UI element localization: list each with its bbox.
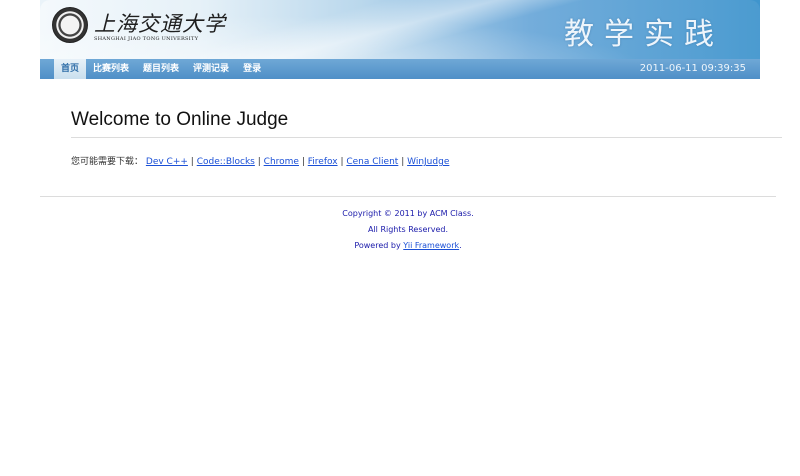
powered-suffix: . [459,241,462,250]
download-link-codeblocks[interactable]: Code::Blocks [197,157,255,167]
download-link-firefox[interactable]: Firefox [308,157,338,167]
main-navigation-bar: 首页 比赛列表 题目列表 评测记录 登录 2011-06-11 09:39:35 [40,59,760,79]
link-separator: | [190,157,194,167]
download-link-chrome[interactable]: Chrome [264,157,299,167]
download-link-devcpp[interactable]: Dev C++ [146,157,188,167]
nav-item-problem-list[interactable]: 题目列表 [136,59,186,79]
footer-powered-by: Powered by Yii Framework. [40,238,776,254]
server-datetime: 2011-06-11 09:39:35 [639,63,746,74]
university-name-chinese: 上海交通大学 [94,12,226,36]
title-divider [71,137,782,138]
link-separator: | [340,157,344,167]
header-banner: 上海交通大学 SHANGHAI JIAO TONG UNIVERSITY 教学实… [40,0,760,59]
download-links: 您可能需要下载： Dev C++ | Code::Blocks | Chrome… [71,154,449,167]
university-seal-icon [52,7,88,43]
page-title: Welcome to Online Judge [71,109,289,130]
site-footer: Copyright © 2011 by ACM Class. All Right… [40,206,776,254]
powered-prefix: Powered by [354,241,404,250]
site-title: 教学实践 [564,17,724,52]
nav-item-login[interactable]: 登录 [236,59,268,79]
link-separator: | [401,157,405,167]
university-name-english: SHANGHAI JIAO TONG UNIVERSITY [94,36,199,42]
footer-rights: All Rights Reserved. [367,225,448,234]
footer-divider [40,196,776,197]
banner-decoration [200,0,600,59]
download-prefix: 您可能需要下载： [71,157,144,167]
footer-copyright: Copyright © 2011 by ACM Class. [342,209,474,218]
download-link-cena-client[interactable]: Cena Client [346,157,398,167]
site-header: 上海交通大学 SHANGHAI JIAO TONG UNIVERSITY 教学实… [40,0,760,79]
download-link-winjudge[interactable]: WinJudge [407,157,449,167]
nav-item-judge-records[interactable]: 评测记录 [186,59,236,79]
link-separator: | [301,157,305,167]
nav-item-contest-list[interactable]: 比赛列表 [86,59,136,79]
nav-item-home[interactable]: 首页 [54,59,87,79]
yii-framework-link[interactable]: Yii Framework [403,241,459,250]
link-separator: | [257,157,261,167]
main-menu: 首页 比赛列表 题目列表 评测记录 登录 [54,59,268,79]
